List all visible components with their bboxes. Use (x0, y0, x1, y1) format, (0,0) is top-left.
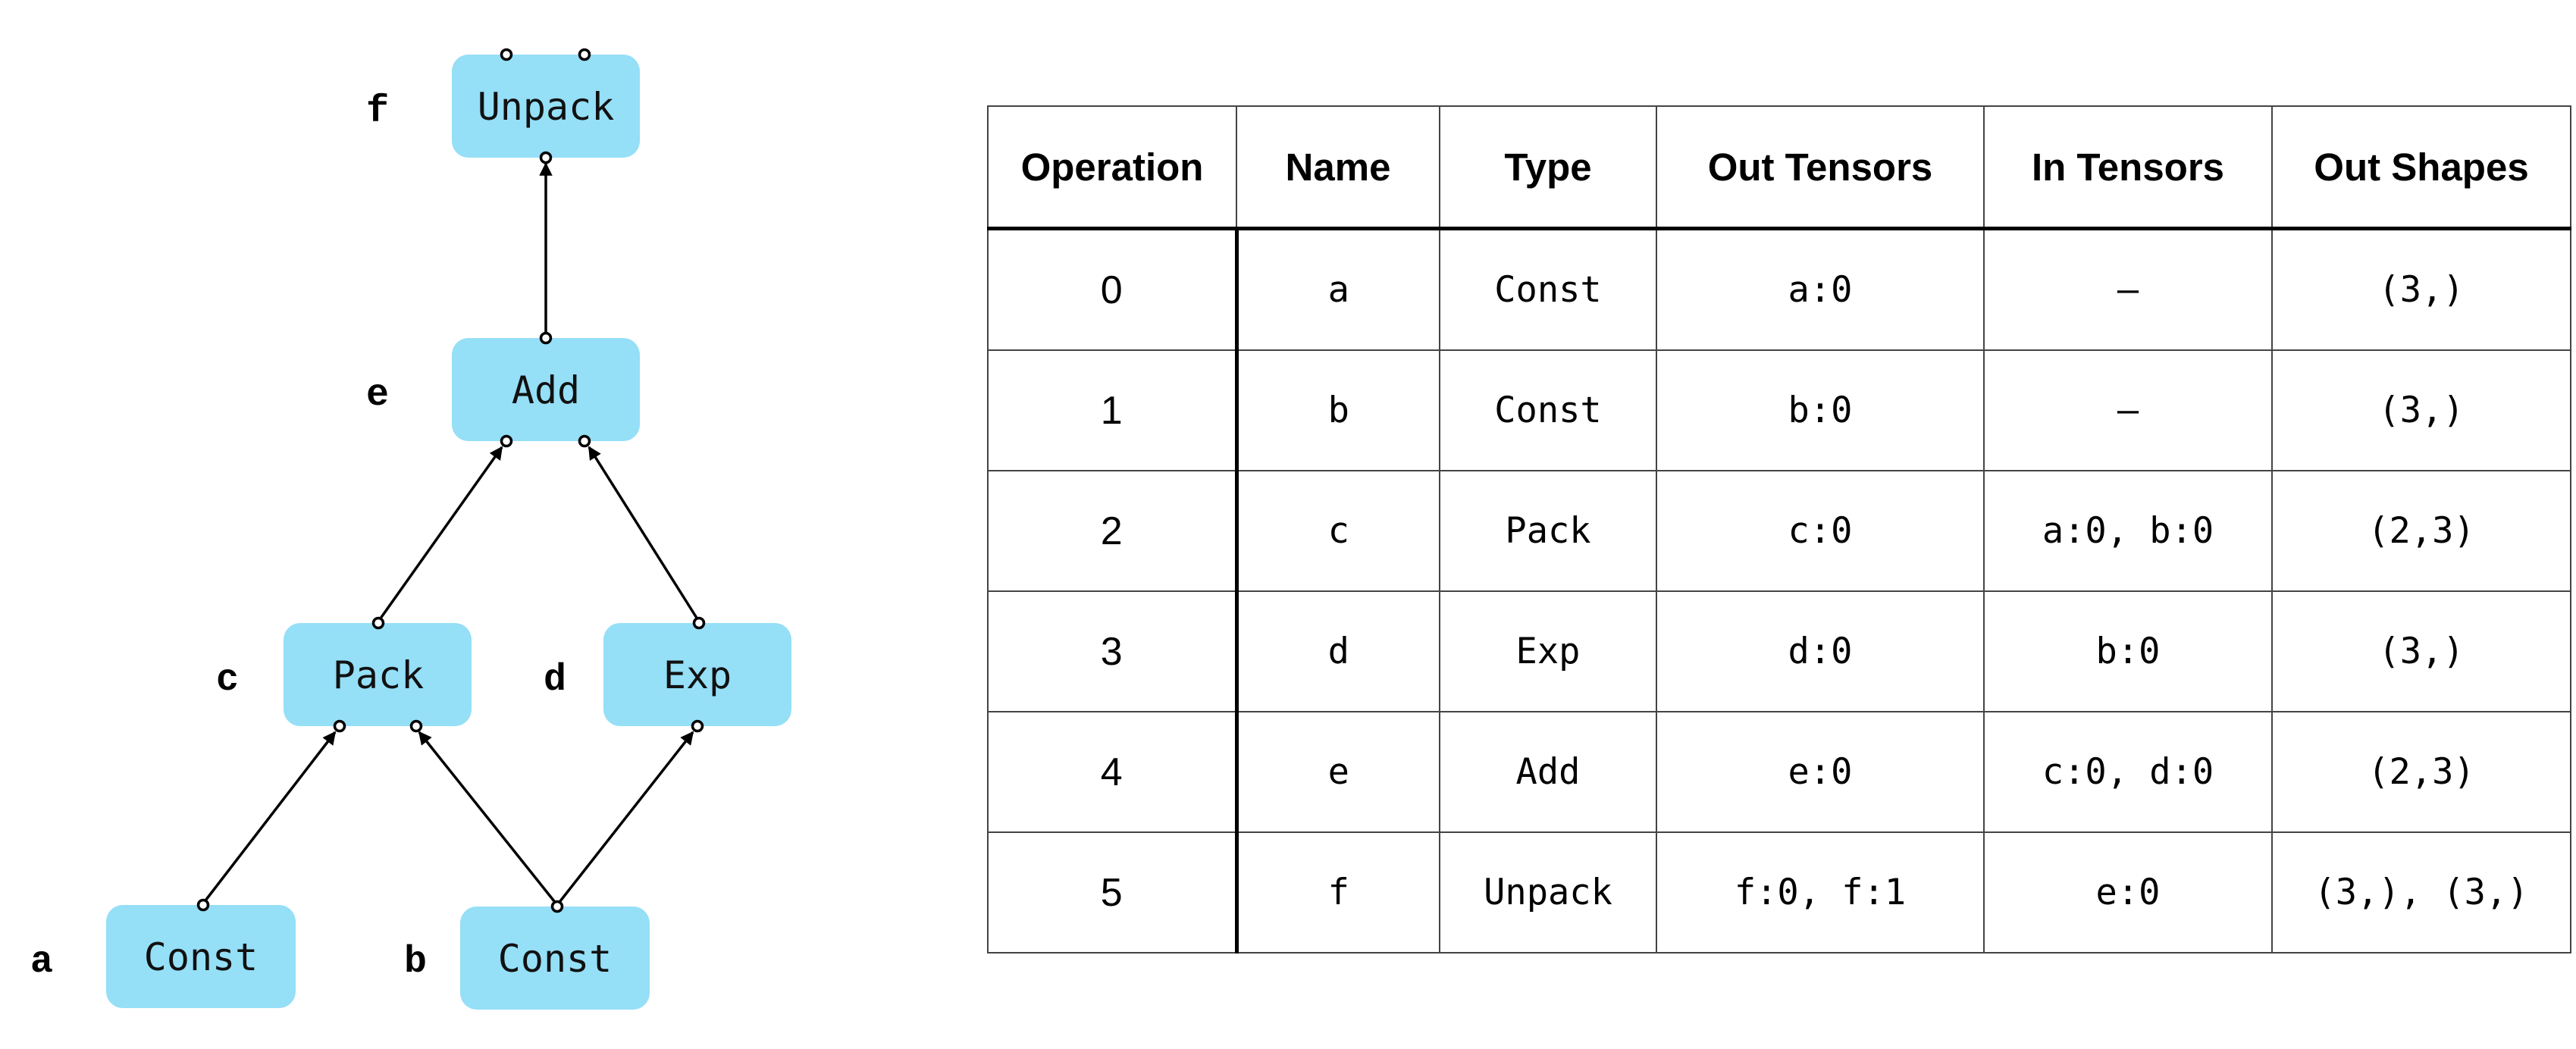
table-row: 1 b Const b:0 – (3,) (987, 349, 2571, 471)
cell-name: d (1236, 590, 1440, 712)
port-a-out (196, 898, 210, 912)
port-e-out (539, 331, 553, 345)
cell-in-tensors: c:0, d:0 (1983, 711, 2273, 833)
cell-name: a (1236, 227, 1440, 351)
port-f-out-0 (500, 48, 513, 61)
cell-operation: 4 (987, 711, 1239, 833)
cell-name: e (1236, 711, 1440, 833)
node-d-label: d (544, 659, 566, 702)
table-row: 3 d Exp d:0 b:0 (3,) (987, 590, 2571, 712)
dataflow-graph: Const a Const b Pack c Exp d Add e Unpac… (30, 48, 791, 1010)
cell-name: c (1236, 470, 1440, 592)
node-a-op: Const (144, 935, 259, 979)
node-b-label: b (404, 941, 427, 984)
node-b-op: Const (498, 937, 613, 981)
port-e-in-1 (578, 434, 591, 448)
port-b-out (550, 900, 564, 913)
cell-type: Unpack (1439, 831, 1657, 953)
table-row: 4 e Add e:0 c:0, d:0 (2,3) (987, 711, 2571, 833)
node-c-label: c (216, 659, 239, 702)
graph-ports (196, 48, 706, 913)
cell-out-tensors: a:0 (1656, 227, 1985, 351)
operations-table: Operation Name Type Out Tensors In Tenso… (987, 105, 2571, 953)
node-e-op: Add (512, 368, 580, 412)
cell-out-tensors: f:0, f:1 (1656, 831, 1985, 953)
header-operation: Operation (987, 105, 1237, 230)
header-out-shapes: Out Shapes (2271, 105, 2571, 230)
edge-c-to-e (377, 446, 503, 623)
cell-operation: 2 (987, 470, 1239, 592)
node-e-label: e (366, 374, 389, 417)
cell-name: f (1236, 831, 1440, 953)
cell-out-shapes: (3,) (2271, 590, 2571, 712)
port-c-in-0 (333, 719, 346, 733)
edge-a-to-c (202, 731, 337, 905)
cell-in-tensors: a:0, b:0 (1983, 470, 2273, 592)
header-name: Name (1236, 105, 1440, 230)
port-e-in-0 (500, 434, 513, 448)
table-row: 0 a Const a:0 – (3,) (987, 227, 2571, 351)
graph-edges (202, 162, 700, 907)
port-d-in (691, 719, 704, 733)
port-c-out (371, 616, 385, 630)
cell-operation: 3 (987, 590, 1239, 712)
node-d: Exp d (544, 623, 791, 726)
table-row: 2 c Pack c:0 a:0, b:0 (2,3) (987, 470, 2571, 592)
cell-out-shapes: (3,) (2271, 349, 2571, 471)
port-f-in (539, 151, 553, 164)
cell-out-shapes: (3,) (2271, 227, 2571, 351)
cell-out-shapes: (2,3) (2271, 711, 2571, 833)
cell-out-shapes: (3,), (3,) (2271, 831, 2571, 953)
cell-out-tensors: e:0 (1656, 711, 1985, 833)
cell-name: b (1236, 349, 1440, 471)
header-in-tensors: In Tensors (1983, 105, 2273, 230)
node-a-label: a (30, 941, 53, 984)
node-b: Const b (404, 907, 650, 1010)
edge-b-to-c (418, 731, 559, 907)
edge-d-to-e (588, 446, 700, 622)
port-c-in-1 (409, 719, 423, 733)
node-e: Add e (366, 338, 640, 441)
node-f-op: Unpack (478, 85, 615, 129)
cell-out-tensors: b:0 (1656, 349, 1985, 471)
cell-out-tensors: c:0 (1656, 470, 1985, 592)
cell-type: Const (1439, 227, 1657, 351)
port-f-out-1 (578, 48, 591, 61)
cell-in-tensors: b:0 (1983, 590, 2273, 712)
node-f-label: f (366, 90, 389, 133)
node-d-op: Exp (663, 653, 732, 697)
table-header-row: Operation Name Type Out Tensors In Tenso… (987, 105, 2571, 230)
cell-type: Exp (1439, 590, 1657, 712)
cell-in-tensors: – (1983, 349, 2273, 471)
cell-operation: 1 (987, 349, 1239, 471)
cell-out-tensors: d:0 (1656, 590, 1985, 712)
node-c: Pack c (216, 623, 472, 726)
node-f: Unpack f (366, 55, 640, 158)
table-row: 5 f Unpack f:0, f:1 e:0 (3,), (3,) (987, 831, 2571, 953)
cell-in-tensors: e:0 (1983, 831, 2273, 953)
edge-b-to-d (556, 731, 694, 907)
cell-type: Pack (1439, 470, 1657, 592)
cell-out-shapes: (2,3) (2271, 470, 2571, 592)
node-c-op: Pack (333, 653, 424, 697)
header-type: Type (1439, 105, 1657, 230)
cell-operation: 5 (987, 831, 1239, 953)
cell-in-tensors: – (1983, 227, 2273, 351)
cell-type: Const (1439, 349, 1657, 471)
port-d-out (692, 616, 706, 630)
node-a: Const a (30, 905, 296, 1008)
cell-operation: 0 (987, 227, 1239, 351)
header-out-tensors: Out Tensors (1656, 105, 1985, 230)
cell-type: Add (1439, 711, 1657, 833)
